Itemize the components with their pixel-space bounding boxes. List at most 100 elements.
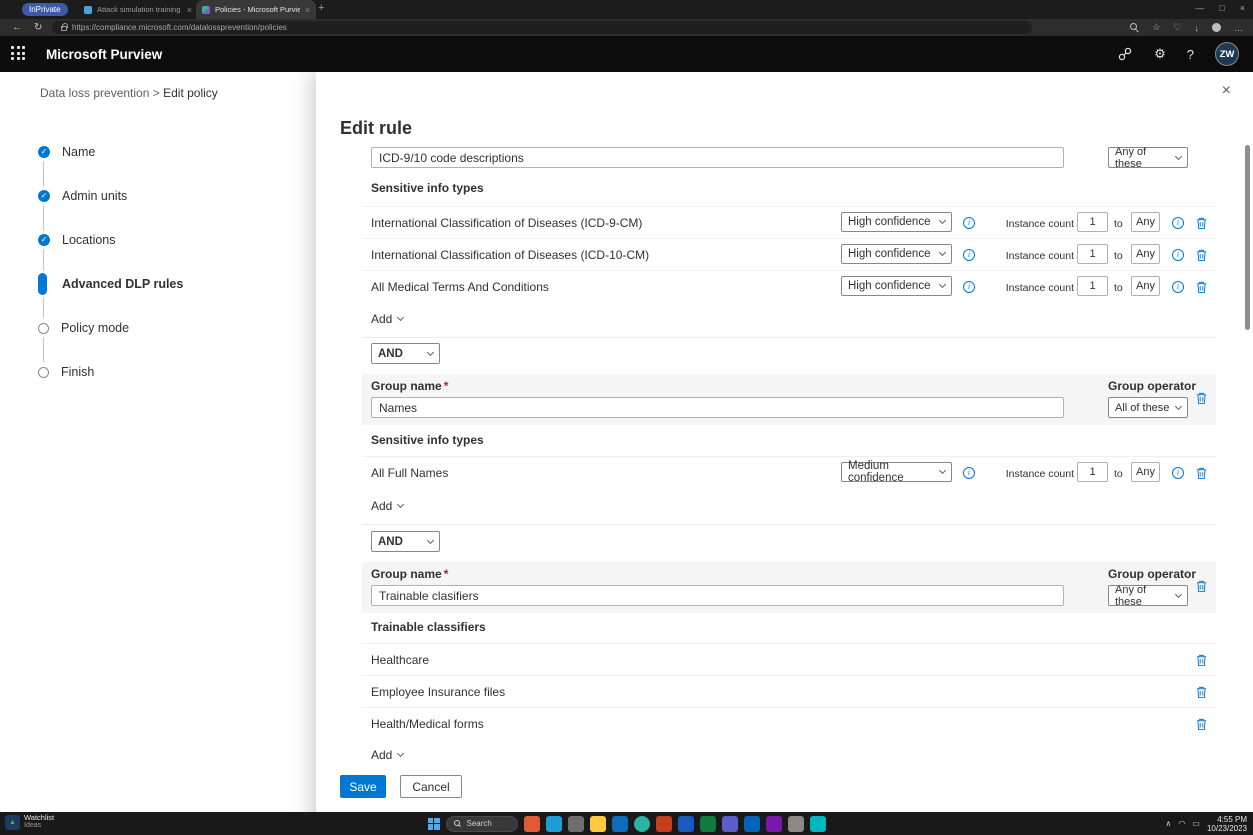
wizard-step-policy-mode[interactable]: Policy mode: [38, 320, 129, 336]
instance-count-to-input[interactable]: [1131, 212, 1160, 232]
group-joiner-dropdown[interactable]: AND: [371, 531, 440, 552]
taskbar-app-icon[interactable]: [700, 816, 716, 832]
avatar[interactable]: ZW: [1215, 42, 1239, 66]
heart-icon[interactable]: ♡: [1173, 22, 1181, 33]
info-icon[interactable]: i: [1172, 467, 1184, 479]
tab-close-icon[interactable]: ×: [305, 5, 310, 15]
wifi-icon[interactable]: ◠: [1178, 819, 1185, 828]
classifier-row: Employee Insurance files: [362, 675, 1216, 707]
delete-icon[interactable]: [1195, 685, 1208, 699]
confidence-dropdown[interactable]: Medium confidence: [841, 462, 952, 482]
minimize-icon[interactable]: —: [1195, 3, 1204, 13]
address-bar[interactable]: https://compliance.microsoft.com/datalos…: [52, 21, 1032, 34]
battery-icon[interactable]: ▭: [1192, 819, 1200, 828]
taskbar-app-icon[interactable]: [678, 816, 694, 832]
instance-count-from-input[interactable]: [1077, 462, 1108, 482]
info-icon[interactable]: i: [963, 281, 975, 293]
refresh-icon[interactable]: ↻: [34, 22, 42, 33]
add-classifier-button[interactable]: Add: [371, 748, 403, 762]
cancel-button[interactable]: Cancel: [400, 775, 462, 798]
group-operator-dropdown[interactable]: Any of these: [1108, 147, 1188, 168]
group-name-input[interactable]: [371, 585, 1064, 606]
taskbar-app-icon[interactable]: [524, 816, 540, 832]
browser-menu-icon[interactable]: …: [1234, 23, 1243, 33]
favorites-star-icon[interactable]: ☆: [1152, 22, 1160, 33]
help-icon[interactable]: ?: [1187, 47, 1194, 62]
instance-count-to-input[interactable]: [1131, 462, 1160, 482]
panel-scrollbar[interactable]: [1245, 145, 1250, 330]
delete-group-icon[interactable]: [1195, 391, 1208, 405]
instance-count-to-input[interactable]: [1131, 244, 1160, 264]
instance-count-from-input[interactable]: [1077, 212, 1108, 232]
delete-icon[interactable]: [1195, 216, 1208, 230]
close-icon[interactable]: ×: [1222, 82, 1231, 100]
maximize-icon[interactable]: □: [1219, 3, 1224, 13]
group-joiner-dropdown[interactable]: AND: [371, 343, 440, 364]
delete-icon[interactable]: [1195, 466, 1208, 480]
wizard-step-admin-units[interactable]: ✓ Admin units: [38, 188, 127, 204]
info-icon[interactable]: i: [963, 249, 975, 261]
delete-icon[interactable]: [1195, 248, 1208, 262]
close-window-icon[interactable]: ×: [1240, 3, 1245, 13]
delete-group-icon[interactable]: [1195, 579, 1208, 593]
save-button[interactable]: Save: [340, 775, 386, 798]
breadcrumb-parent[interactable]: Data loss prevention: [40, 86, 149, 100]
taskbar-app-icon[interactable]: [546, 816, 562, 832]
confidence-dropdown[interactable]: High confidence: [841, 244, 952, 264]
delete-icon[interactable]: [1195, 653, 1208, 667]
link-icon[interactable]: [1117, 46, 1133, 62]
info-icon[interactable]: i: [1172, 217, 1184, 229]
wizard-step-name[interactable]: ✓ Name: [38, 144, 95, 160]
gear-icon[interactable]: ⚙: [1154, 46, 1166, 62]
taskbar-app-icon[interactable]: [568, 816, 584, 832]
taskbar-app-icon[interactable]: [634, 816, 650, 832]
circle-icon: [38, 367, 49, 378]
tray-chevron-icon[interactable]: ∧: [1166, 819, 1172, 828]
delete-icon[interactable]: [1195, 280, 1208, 294]
tab-close-icon[interactable]: ×: [187, 5, 192, 15]
taskbar-app-icon[interactable]: [722, 816, 738, 832]
info-icon[interactable]: i: [1172, 249, 1184, 261]
taskbar-app-icon[interactable]: [656, 816, 672, 832]
widget-line2: Ideas: [24, 822, 54, 830]
clock-time: 4:55 PM: [1217, 815, 1247, 824]
add-condition-button[interactable]: Add: [371, 499, 403, 513]
taskbar-app-icon[interactable]: [612, 816, 628, 832]
new-tab-button[interactable]: +: [318, 2, 324, 14]
taskbar-app-icon[interactable]: [590, 816, 606, 832]
taskbar-app-icon[interactable]: [766, 816, 782, 832]
app-launcher-icon[interactable]: [11, 46, 27, 62]
group-name-input[interactable]: [371, 397, 1064, 418]
sit-label: International Classification of Diseases…: [371, 248, 649, 262]
taskbar-app-icon[interactable]: [788, 816, 804, 832]
back-icon[interactable]: ←: [12, 22, 22, 33]
info-icon[interactable]: i: [1172, 281, 1184, 293]
info-icon[interactable]: i: [963, 217, 975, 229]
group-operator-dropdown[interactable]: All of these: [1108, 397, 1188, 418]
wizard-step-locations[interactable]: ✓ Locations: [38, 232, 116, 248]
confidence-dropdown[interactable]: High confidence: [841, 212, 952, 232]
check-icon: ✓: [38, 234, 50, 246]
instance-count-from-input[interactable]: [1077, 276, 1108, 296]
group-name-input[interactable]: [371, 147, 1064, 168]
profile-icon[interactable]: [1212, 23, 1221, 32]
browser-tab-policies[interactable]: Policies - Microsoft Purview ×: [196, 0, 316, 19]
taskbar-app-icon[interactable]: [810, 816, 826, 832]
browser-tab-attack-simulation[interactable]: Attack simulation training - Mic... ×: [78, 0, 198, 19]
wizard-step-advanced-dlp-rules[interactable]: Advanced DLP rules: [38, 273, 183, 295]
start-button[interactable]: [428, 818, 440, 830]
group-operator-dropdown[interactable]: Any of these: [1108, 585, 1188, 606]
instance-count-to-input[interactable]: [1131, 276, 1160, 296]
downloads-icon[interactable]: ↓: [1195, 23, 1200, 33]
widgets-button[interactable]: ▲ Watchlist Ideas: [5, 814, 54, 830]
instance-count-from-input[interactable]: [1077, 244, 1108, 264]
taskbar-search[interactable]: Search: [446, 816, 518, 832]
search-icon[interactable]: [1130, 23, 1139, 32]
taskbar-app-icon[interactable]: [744, 816, 760, 832]
delete-icon[interactable]: [1195, 717, 1208, 731]
wizard-step-finish[interactable]: Finish: [38, 364, 94, 380]
add-condition-button[interactable]: Add: [371, 312, 403, 326]
confidence-dropdown[interactable]: High confidence: [841, 276, 952, 296]
taskbar-clock[interactable]: 4:55 PM 10/23/2023: [1207, 815, 1247, 833]
info-icon[interactable]: i: [963, 467, 975, 479]
